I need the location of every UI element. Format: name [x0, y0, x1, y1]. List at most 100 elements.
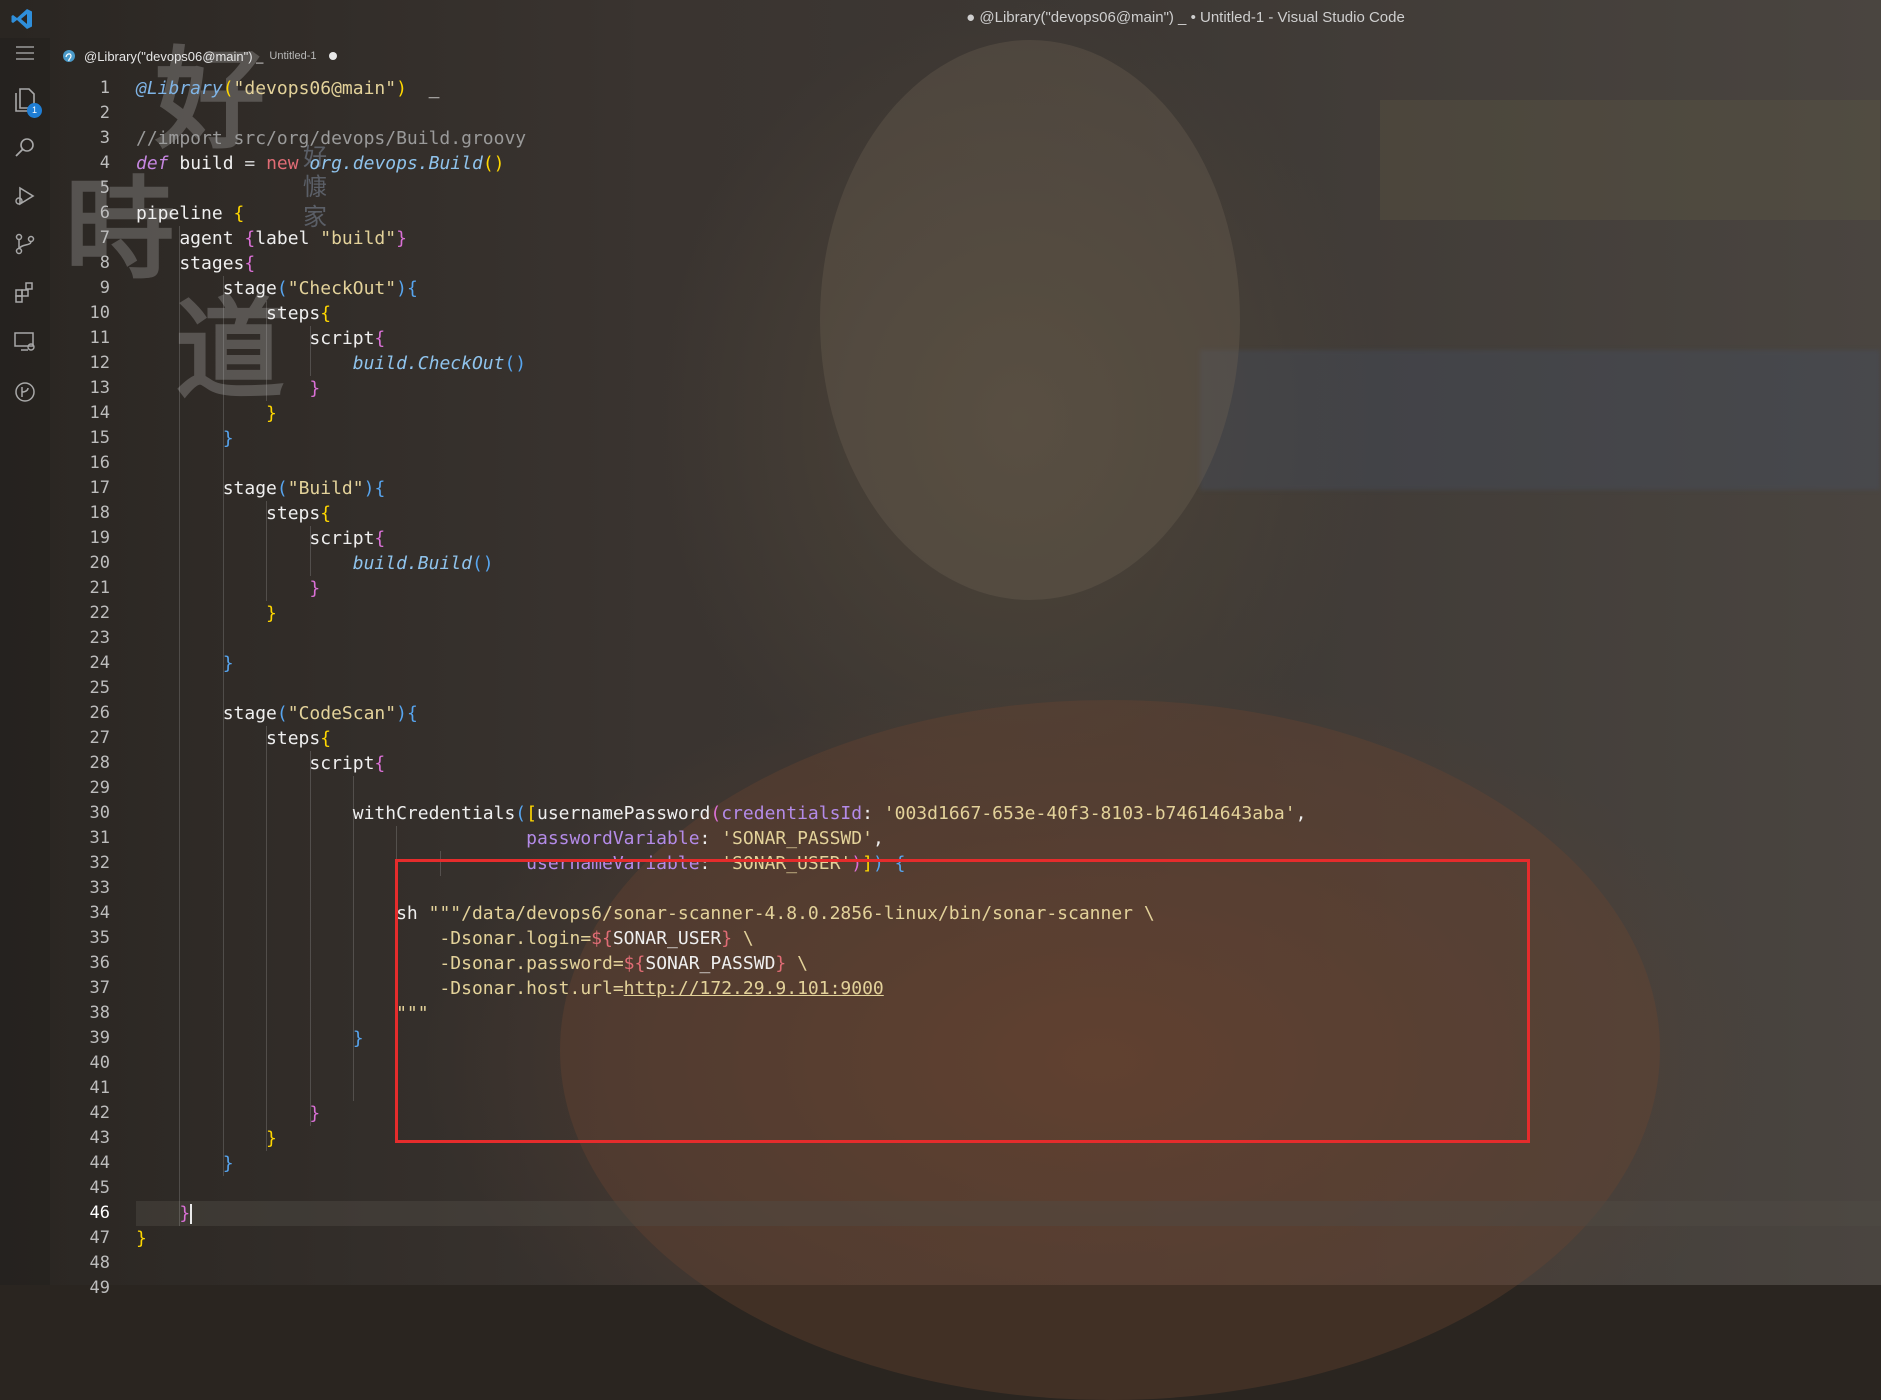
code-line[interactable]: [136, 1276, 1306, 1301]
code-editor[interactable]: 1 2 3 4 5 6 7 8 9 10 11 12 13 14 15 16 17 18 19 20 21 22 23 24 2…: [50, 76, 1881, 1298]
line-number[interactable]: 19: [50, 526, 110, 551]
line-number[interactable]: 44: [50, 1151, 110, 1176]
line-number[interactable]: 16: [50, 451, 110, 476]
code-line[interactable]: }: [136, 576, 1306, 601]
code-line[interactable]: @Library("devops06@main") _: [136, 76, 1306, 101]
line-number[interactable]: 35: [50, 926, 110, 951]
line-number[interactable]: 40: [50, 1051, 110, 1076]
code-line[interactable]: withCredentials([usernamePassword(creden…: [136, 801, 1307, 826]
line-number[interactable]: 14: [50, 401, 110, 426]
line-number[interactable]: 8: [50, 251, 110, 276]
line-number[interactable]: 5: [50, 176, 110, 201]
line-number[interactable]: 41: [50, 1076, 110, 1101]
line-number[interactable]: 37: [50, 976, 110, 1001]
line-number[interactable]: 39: [50, 1026, 110, 1051]
code-line[interactable]: [136, 776, 1306, 801]
line-number[interactable]: 38: [50, 1001, 110, 1026]
code-line[interactable]: script{: [136, 526, 1306, 551]
line-number[interactable]: 11: [50, 326, 110, 351]
code-line[interactable]: script{: [136, 326, 1306, 351]
line-number[interactable]: 45: [50, 1176, 110, 1201]
code-line[interactable]: [136, 1251, 1306, 1276]
line-number[interactable]: 1: [50, 76, 110, 101]
code-line[interactable]: [136, 176, 1306, 201]
code-line[interactable]: }: [136, 401, 1306, 426]
line-number[interactable]: 9: [50, 276, 110, 301]
line-number[interactable]: 33: [50, 876, 110, 901]
code-line[interactable]: }: [136, 651, 1306, 676]
line-number[interactable]: 26: [50, 701, 110, 726]
code-line[interactable]: agent {label "build"}: [136, 226, 1306, 251]
line-number[interactable]: 7: [50, 226, 110, 251]
line-number[interactable]: 24: [50, 651, 110, 676]
search-icon[interactable]: [0, 124, 50, 172]
explorer-icon[interactable]: 1: [0, 76, 50, 124]
code-line[interactable]: //import src/org/devops/Build.groovy: [136, 126, 1306, 151]
line-number[interactable]: 31: [50, 826, 110, 851]
code-line[interactable]: def build = new org.devops.Build(): [136, 151, 1306, 176]
code-line[interactable]: passwordVariable: 'SONAR_PASSWD',: [136, 826, 1306, 851]
code-line[interactable]: steps{: [136, 501, 1306, 526]
line-number[interactable]: 36: [50, 951, 110, 976]
line-number[interactable]: 49: [50, 1276, 110, 1301]
editor-tab[interactable]: @Library("devops06@main") _ Untitled-1: [50, 42, 337, 70]
code-line[interactable]: }: [136, 376, 1306, 401]
line-number[interactable]: 48: [50, 1251, 110, 1276]
line-number[interactable]: 3: [50, 126, 110, 151]
line-number[interactable]: 4: [50, 151, 110, 176]
line-number[interactable]: 21: [50, 576, 110, 601]
code-line[interactable]: stages{: [136, 251, 1306, 276]
line-number[interactable]: 10: [50, 301, 110, 326]
code-token: build.CheckOut: [352, 353, 505, 374]
line-number[interactable]: 12: [50, 351, 110, 376]
line-number[interactable]: 22: [50, 601, 110, 626]
line-number[interactable]: 46: [50, 1201, 110, 1226]
line-number[interactable]: 28: [50, 751, 110, 776]
code-line[interactable]: script{: [136, 751, 1306, 776]
code-line[interactable]: [136, 1176, 1306, 1201]
code-line[interactable]: stage("Build"){: [136, 476, 1306, 501]
code-token: {: [374, 478, 386, 499]
line-number[interactable]: 32: [50, 851, 110, 876]
line-number[interactable]: 47: [50, 1226, 110, 1251]
line-number[interactable]: 27: [50, 726, 110, 751]
code-line[interactable]: [136, 676, 1306, 701]
code-line[interactable]: }: [136, 1226, 1306, 1251]
code-line[interactable]: build.Build(): [136, 551, 1306, 576]
line-number[interactable]: 18: [50, 501, 110, 526]
code-line[interactable]: }: [136, 1201, 1306, 1226]
code-line[interactable]: pipeline {: [136, 201, 1306, 226]
line-number[interactable]: 29: [50, 776, 110, 801]
run-debug-icon[interactable]: [0, 172, 50, 220]
line-number[interactable]: 13: [50, 376, 110, 401]
code-line[interactable]: stage("CheckOut"){: [136, 276, 1306, 301]
code-line[interactable]: steps{: [136, 301, 1306, 326]
line-number[interactable]: 20: [50, 551, 110, 576]
extensions-icon[interactable]: [0, 268, 50, 316]
unsaved-dot-icon[interactable]: [328, 52, 337, 60]
remote-explorer-icon[interactable]: [0, 318, 50, 366]
code-line[interactable]: }: [136, 1151, 1306, 1176]
line-number[interactable]: 2: [50, 101, 110, 126]
line-number[interactable]: 15: [50, 426, 110, 451]
line-number[interactable]: 6: [50, 201, 110, 226]
line-number[interactable]: 42: [50, 1101, 110, 1126]
code-line[interactable]: [136, 451, 1306, 476]
gitlens-icon[interactable]: [0, 368, 50, 416]
code-line[interactable]: build.CheckOut(): [136, 351, 1306, 376]
line-number[interactable]: 23: [50, 626, 110, 651]
menu-icon[interactable]: [0, 34, 50, 72]
code-line[interactable]: [136, 101, 1306, 126]
code-line[interactable]: }: [136, 426, 1306, 451]
code-line[interactable]: [136, 626, 1306, 651]
code-line[interactable]: }: [136, 601, 1306, 626]
source-control-icon[interactable]: [0, 220, 50, 268]
line-number[interactable]: 30: [50, 801, 110, 826]
code-line[interactable]: steps{: [136, 726, 1306, 751]
line-number[interactable]: 25: [50, 676, 110, 701]
line-number[interactable]: 34: [50, 901, 110, 926]
code-line[interactable]: stage("CodeScan"){: [136, 701, 1306, 726]
line-number[interactable]: 43: [50, 1126, 110, 1151]
line-number[interactable]: 17: [50, 476, 110, 501]
